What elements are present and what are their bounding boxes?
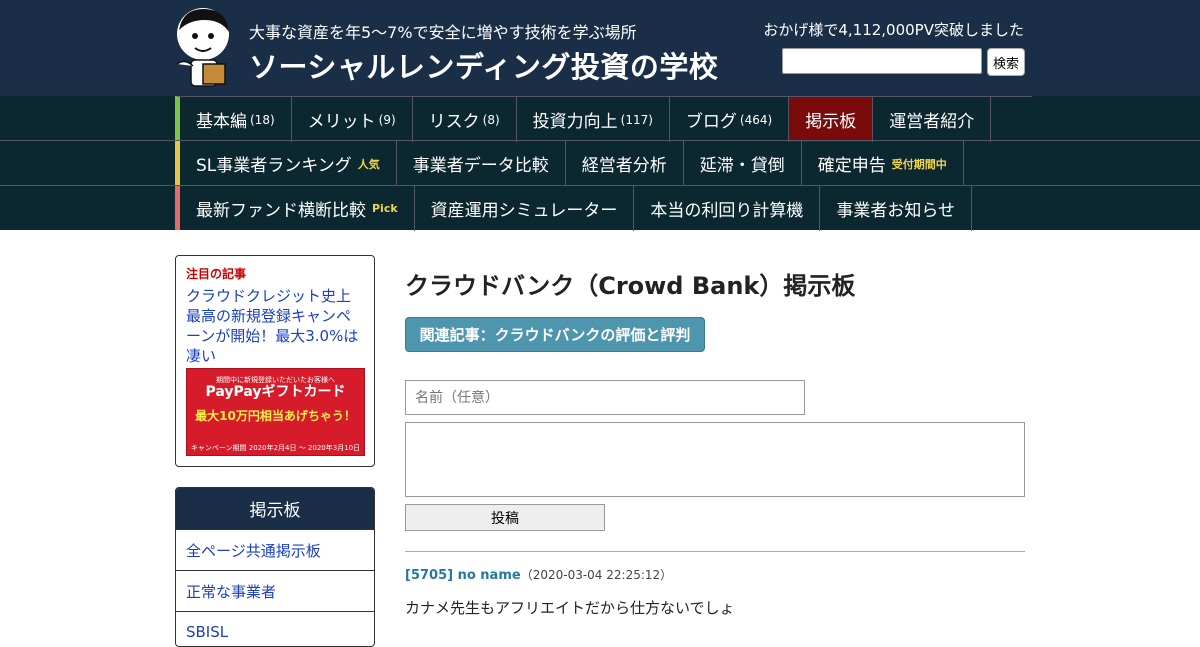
nav-item-board[interactable]: 掲示板	[789, 97, 874, 142]
banner-line: PayPayギフトカード	[205, 384, 346, 400]
nav-item-about[interactable]: 運営者紹介	[873, 97, 992, 142]
nav-item-blog[interactable]: ブログ (464)	[670, 97, 790, 142]
nav-item-news[interactable]: 事業者お知らせ	[820, 186, 973, 231]
nav-item-yield-calc[interactable]: 本当の利回り計算機	[634, 186, 821, 231]
nav-count: (18)	[250, 112, 275, 127]
nav-item-simulator[interactable]: 資産運用シミュレーター	[415, 186, 635, 231]
nav-label: メリット	[307, 112, 376, 132]
nav-row-1: 基本編 (18) メリット (9) リスク (8) 投資力向上 (117) ブログ (46…	[175, 96, 1032, 142]
nav-count: (9)	[378, 112, 396, 127]
post-body: カナメ先生もアフリエイトだから仕方ないでしょ	[405, 599, 735, 617]
nav-label: 資産運用シミュレーター	[430, 201, 618, 221]
nav-tag: 受付期間中	[891, 157, 947, 171]
nav-item-skill-up[interactable]: 投資力向上 (117)	[517, 97, 670, 142]
pageview-count-text: おかげ様で4,112,000PV突破しました	[763, 21, 1024, 39]
board-panel-title: 掲示板	[176, 488, 374, 529]
nav-item-data-compare[interactable]: 事業者データ比較	[397, 141, 566, 186]
nav-divider	[0, 140, 1200, 141]
site-header: 大事な資産を年5～7%で安全に増やす技術を学ぶ場所 ソーシャルレンディング投資の…	[0, 0, 1200, 96]
banner-line: 最大10万円相当あげちゃう！	[195, 409, 356, 423]
board-list-panel: 掲示板 全ページ共通掲示板 正常な事業者 SBISL	[175, 487, 375, 647]
board-link-common[interactable]: 全ページ共通掲示板	[176, 529, 374, 570]
message-textarea[interactable]	[405, 422, 1025, 497]
featured-article-link[interactable]: クラウドクレジット史上最高の新規登録キャンペーンが開始！最大3.0%は凄い	[186, 286, 364, 366]
nav-label: 運営者紹介	[889, 112, 975, 132]
nav-label: 本当の利回り計算機	[650, 201, 804, 221]
nav-count: (464)	[739, 112, 773, 127]
nav-label: 投資力向上	[532, 112, 618, 132]
main-navigation: 基本編 (18) メリット (9) リスク (8) 投資力向上 (117) ブログ (46…	[0, 96, 1200, 231]
nav-label: 基本編	[196, 112, 247, 132]
nav-label: 最新ファンド横断比較	[196, 201, 366, 221]
mascot-logo-icon[interactable]	[175, 6, 235, 88]
featured-article-box: 注目の記事 クラウドクレジット史上最高の新規登録キャンペーンが開始！最大3.0%…	[175, 255, 375, 467]
nav-item-merits[interactable]: メリット (9)	[292, 97, 413, 142]
search-input[interactable]	[782, 48, 982, 74]
nav-divider	[0, 185, 1200, 186]
nav-item-basics[interactable]: 基本編 (18)	[180, 97, 292, 142]
campaign-banner[interactable]: 期間中に新規登録いただいたお客様へ PayPayギフトカード 最大10万円相当あ…	[186, 368, 365, 456]
nav-count: (8)	[482, 112, 500, 127]
nav-label: 経営者分析	[581, 156, 667, 176]
nav-tag: 人気	[357, 157, 380, 171]
site-tagline: 大事な資産を年5～7%で安全に増やす技術を学ぶ場所	[249, 23, 637, 42]
nav-item-fund-compare[interactable]: 最新ファンド横断比較 Pick	[180, 186, 415, 231]
name-field[interactable]	[405, 380, 805, 415]
banner-line: キャンペーン期間 2020年2月4日 ～ 2020年3月10日	[190, 444, 361, 452]
nav-label: SL事業者ランキング	[196, 156, 352, 176]
site-title[interactable]: ソーシャルレンディング投資の学校	[249, 44, 718, 86]
post-author[interactable]: [5705] no name	[405, 568, 521, 583]
nav-item-tax[interactable]: 確定申告 受付期間中	[802, 141, 964, 186]
related-article-button[interactable]: 関連記事：クラウドバンクの評価と評判	[405, 317, 705, 352]
search-button[interactable]: 検索	[987, 48, 1025, 76]
divider	[405, 551, 1025, 552]
nav-item-default[interactable]: 延滞・貸倒	[684, 141, 802, 186]
nav-label: リスク	[428, 112, 480, 132]
nav-count: (117)	[620, 112, 653, 127]
nav-label: 事業者お知らせ	[836, 201, 956, 221]
nav-row-2: SL事業者ランキング 人気 事業者データ比較 経営者分析 延滞・貸倒 確定申告 受付…	[175, 140, 1032, 186]
nav-item-risks[interactable]: リスク (8)	[413, 97, 517, 142]
nav-label: 事業者データ比較	[412, 156, 549, 176]
nav-label: 確定申告	[817, 156, 886, 176]
nav-tag: Pick	[372, 202, 398, 215]
post-header: [5705] no name（2020-03-04 22:25:12）	[405, 566, 672, 583]
board-link-normal[interactable]: 正常な事業者	[176, 570, 374, 611]
board-link-sbisl[interactable]: SBISL	[176, 611, 374, 646]
nav-label: ブログ	[685, 112, 737, 132]
nav-item-ranking[interactable]: SL事業者ランキング 人気	[180, 141, 397, 186]
nav-row-3: 最新ファンド横断比較 Pick 資産運用シミュレーター 本当の利回り計算機 事業者…	[175, 185, 1032, 231]
nav-item-ceo-analysis[interactable]: 経営者分析	[566, 141, 684, 186]
post-submit-button[interactable]: 投稿	[405, 504, 605, 531]
page-title: クラウドバンク（Crowd Bank）掲示板	[405, 272, 856, 300]
post-date: （2020-03-04 22:25:12）	[520, 568, 673, 582]
featured-label: 注目の記事	[186, 267, 247, 281]
nav-label: 掲示板	[805, 112, 857, 132]
nav-label: 延滞・貸倒	[699, 156, 785, 176]
